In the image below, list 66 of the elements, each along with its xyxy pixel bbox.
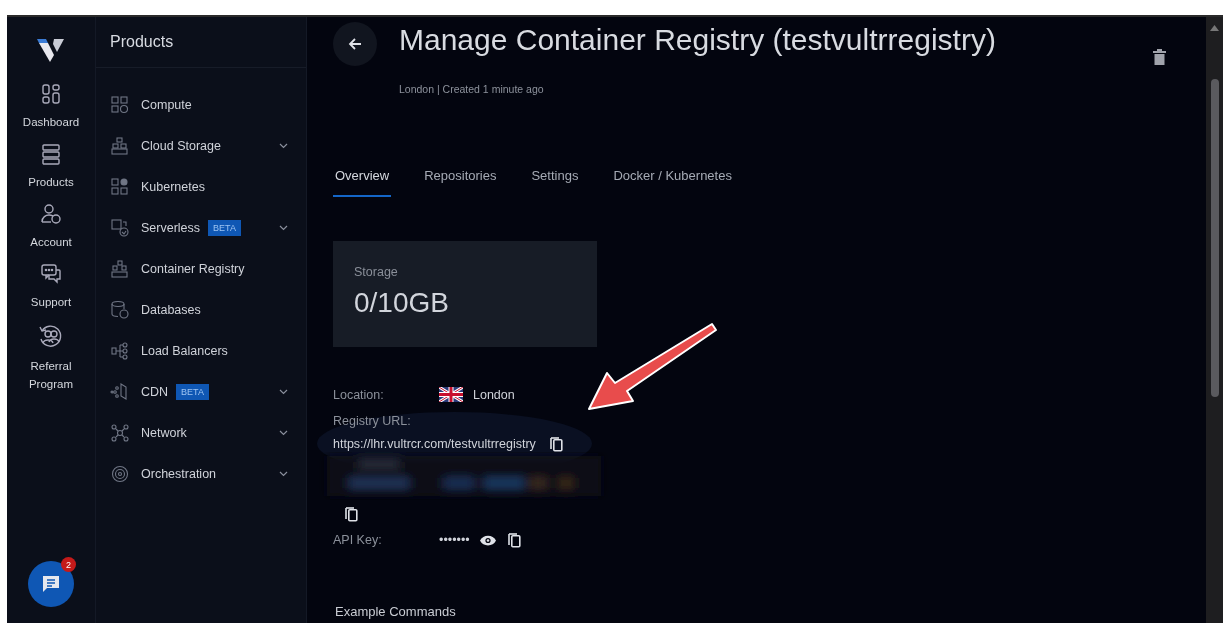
location-value: London xyxy=(473,387,515,402)
menu-item[interactable]: Kubernetes xyxy=(141,179,205,194)
chevron-down-icon[interactable] xyxy=(279,224,288,231)
tab[interactable]: Overview xyxy=(333,167,392,197)
storage-label: Storage xyxy=(354,265,399,279)
menu-item[interactable]: Network xyxy=(141,425,187,440)
api-key-value: ••••••• xyxy=(439,533,470,547)
database-icon xyxy=(110,300,129,319)
network-icon xyxy=(110,423,129,442)
menu-item[interactable]: Orchestration xyxy=(141,466,217,481)
panel-title: Products xyxy=(110,33,174,51)
user-icon xyxy=(40,203,62,225)
eye-icon[interactable] xyxy=(479,534,496,546)
rail-item[interactable]: Support xyxy=(16,293,86,311)
section-heading: Example Commands xyxy=(335,604,457,619)
rail-item[interactable]: Referral Program xyxy=(16,357,86,393)
scrollbar-thumb[interactable] xyxy=(1210,79,1219,397)
scroll-up-icon[interactable] xyxy=(1210,25,1219,31)
registry-icon xyxy=(110,259,129,278)
balancer-icon xyxy=(110,341,129,360)
flag-icon xyxy=(439,387,463,402)
menu-item[interactable]: Compute xyxy=(141,97,192,112)
registry-url-label: Registry URL: xyxy=(333,414,412,428)
back-button[interactable] xyxy=(333,22,377,66)
menu-item[interactable]: Serverless xyxy=(141,220,201,235)
message-icon xyxy=(41,574,61,594)
logo-icon[interactable] xyxy=(36,37,66,63)
api-key-label: API Key: xyxy=(333,533,383,547)
chevron-down-icon[interactable] xyxy=(279,142,288,149)
storage-value: 0/10GB xyxy=(354,287,450,319)
dashboard-icon xyxy=(41,83,61,105)
chevron-down-icon[interactable] xyxy=(279,429,288,436)
registry-url: https://lhr.vultrcr.com/testvultrregistry xyxy=(333,437,536,451)
beta-badge: BETA xyxy=(176,383,209,400)
tab[interactable]: Repositories xyxy=(422,167,499,197)
tab[interactable]: Docker / Kubernetes xyxy=(611,167,734,197)
gear-cycle-icon xyxy=(110,464,129,483)
notification-badge: 2 xyxy=(61,557,76,572)
page-subtitle: London | Created 1 minute ago xyxy=(399,83,545,95)
tab[interactable]: Settings xyxy=(529,167,581,197)
menu-item[interactable]: Cloud Storage xyxy=(141,138,221,153)
chevron-down-icon[interactable] xyxy=(279,388,288,395)
beta-badge: BETA xyxy=(208,219,241,236)
menu-item[interactable]: Container Registry xyxy=(141,261,245,276)
rail-item[interactable]: Products xyxy=(16,173,86,191)
chevron-down-icon[interactable] xyxy=(279,470,288,477)
copy-icon[interactable] xyxy=(549,436,563,452)
copy-icon[interactable] xyxy=(507,532,521,548)
storage-icon xyxy=(110,136,129,155)
chat-bubbles-icon xyxy=(40,263,62,285)
trash-icon[interactable] xyxy=(1153,49,1166,65)
page-title: Manage Container Registry (testvultrregistry) xyxy=(399,23,996,57)
menu-item[interactable]: Load Balancers xyxy=(141,343,228,358)
server-icon xyxy=(41,143,61,165)
rail-item[interactable]: Dashboard xyxy=(16,113,86,131)
grid-icon xyxy=(110,95,129,114)
copy-icon[interactable] xyxy=(345,506,358,522)
cdn-icon xyxy=(110,382,129,401)
location-label: Location: xyxy=(333,387,385,402)
menu-item[interactable]: CDN xyxy=(141,384,169,399)
function-icon xyxy=(110,218,129,237)
people-circle-icon xyxy=(38,323,64,349)
menu-item[interactable]: Databases xyxy=(141,302,201,317)
cluster-icon xyxy=(110,177,129,196)
back-arrow-icon xyxy=(348,37,362,51)
rail-item[interactable]: Account xyxy=(16,233,86,251)
